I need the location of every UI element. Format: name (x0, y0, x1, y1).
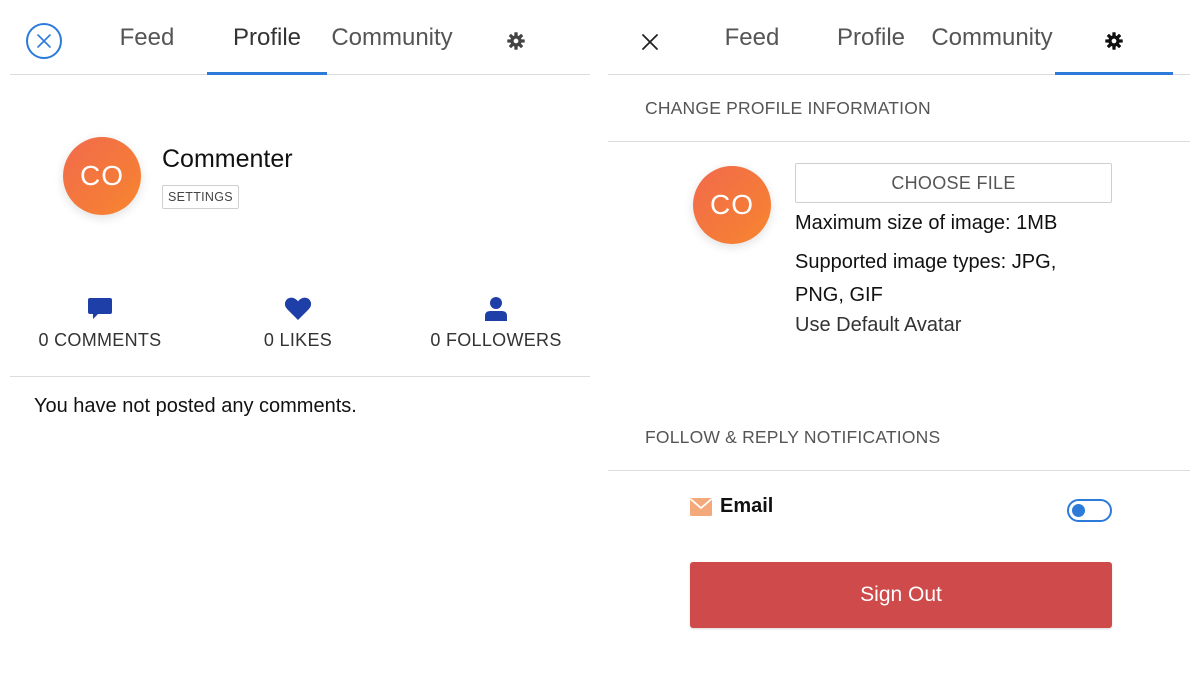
active-tab-indicator (207, 72, 327, 75)
likes-count: 0 LIKES (263, 330, 333, 350)
followers-count: 0 FOLLOWERS (430, 330, 562, 350)
supported-types-line1: Supported image types: JPG, (795, 251, 1057, 273)
active-tab-indicator (1055, 72, 1173, 75)
max-size-text: Maximum size of image: 1MB (795, 212, 1058, 234)
empty-comments-message: You have not posted any comments. (34, 395, 357, 417)
close-button[interactable] (26, 23, 62, 59)
gear-icon[interactable] (505, 30, 527, 52)
tab-feed[interactable]: Feed (712, 24, 792, 58)
profile-panel: Feed Profile Community CO Commenter SETT… (0, 0, 600, 675)
email-notifications-toggle[interactable] (1067, 499, 1112, 522)
username: Commenter (162, 145, 293, 173)
close-icon[interactable] (640, 32, 660, 52)
tab-profile[interactable]: Profile (821, 24, 921, 58)
avatar: CO (63, 137, 141, 215)
stat-likes[interactable]: 0 LIKES (213, 296, 383, 351)
settings-button[interactable]: SETTINGS (162, 185, 239, 209)
tab-community[interactable]: Community (927, 24, 1057, 58)
tab-bar: Feed Profile Community (10, 0, 590, 75)
use-default-avatar-link[interactable]: Use Default Avatar (795, 314, 961, 337)
stat-followers[interactable]: 0 FOLLOWERS (411, 296, 581, 351)
email-label: Email (720, 495, 774, 517)
mail-icon (690, 498, 712, 516)
stat-comments[interactable]: 0 COMMENTS (15, 296, 185, 351)
comment-icon (88, 298, 112, 319)
heart-icon (284, 297, 312, 320)
tab-feed[interactable]: Feed (107, 24, 187, 58)
divider (10, 376, 590, 377)
supported-types-line2: PNG, GIF (795, 284, 883, 306)
gear-icon[interactable] (1103, 30, 1125, 52)
user-icon (485, 297, 507, 321)
settings-panel: Feed Profile Community CHANGE PROFILE IN… (608, 0, 1200, 675)
tab-community[interactable]: Community (327, 24, 457, 58)
toggle-knob (1072, 504, 1085, 517)
notifications-header: FOLLOW & REPLY NOTIFICATIONS (645, 427, 941, 447)
tab-bar: Feed Profile Community (608, 0, 1190, 75)
comments-count: 0 COMMENTS (38, 330, 162, 350)
avatar: CO (693, 166, 771, 244)
choose-file-button[interactable]: CHOOSE FILE (795, 163, 1112, 203)
close-icon (37, 34, 51, 48)
divider (608, 141, 1190, 142)
sign-out-button[interactable]: Sign Out (690, 562, 1112, 628)
tab-profile[interactable]: Profile (207, 24, 327, 58)
change-profile-header: CHANGE PROFILE INFORMATION (645, 98, 931, 118)
divider (608, 470, 1190, 471)
